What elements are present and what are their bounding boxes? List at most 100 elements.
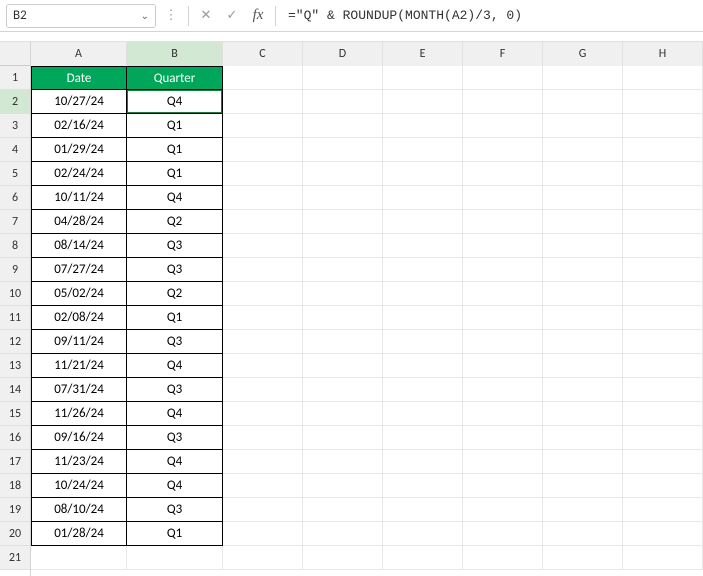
- cell-empty[interactable]: [383, 258, 463, 282]
- row-header-6[interactable]: 6: [0, 186, 30, 210]
- cell-date[interactable]: 10/27/24: [31, 90, 127, 114]
- row-header-8[interactable]: 8: [0, 234, 30, 258]
- row-header-15[interactable]: 15: [0, 402, 30, 426]
- row-header-14[interactable]: 14: [0, 378, 30, 402]
- cell-empty[interactable]: [303, 90, 383, 114]
- cell-empty[interactable]: [223, 114, 303, 138]
- col-header-A[interactable]: A: [31, 42, 127, 66]
- row-header-16[interactable]: 16: [0, 426, 30, 450]
- cell-quarter[interactable]: Q4: [127, 474, 223, 498]
- row-header-7[interactable]: 7: [0, 210, 30, 234]
- cell-empty[interactable]: [223, 210, 303, 234]
- cancel-icon[interactable]: ✕: [195, 5, 217, 27]
- cell-empty[interactable]: [623, 306, 703, 330]
- cell-empty[interactable]: [543, 210, 623, 234]
- cell-empty[interactable]: [623, 162, 703, 186]
- cell-quarter[interactable]: Q4: [127, 90, 223, 114]
- cell-empty[interactable]: [623, 498, 703, 522]
- cell-empty[interactable]: [623, 66, 703, 90]
- cell-empty[interactable]: [383, 354, 463, 378]
- cell-empty[interactable]: [543, 402, 623, 426]
- row-header-3[interactable]: 3: [0, 114, 30, 138]
- cell-empty[interactable]: [383, 234, 463, 258]
- cell-empty[interactable]: [223, 402, 303, 426]
- cell-empty[interactable]: [463, 210, 543, 234]
- cell-empty[interactable]: [303, 498, 383, 522]
- cell-empty[interactable]: [383, 450, 463, 474]
- cell-quarter[interactable]: Q3: [127, 234, 223, 258]
- cell-empty[interactable]: [383, 114, 463, 138]
- cell-empty[interactable]: [623, 138, 703, 162]
- cell-empty[interactable]: [223, 282, 303, 306]
- cell-empty[interactable]: [543, 114, 623, 138]
- cell-empty[interactable]: [31, 546, 127, 570]
- row-header-10[interactable]: 10: [0, 282, 30, 306]
- cell-quarter[interactable]: Q3: [127, 258, 223, 282]
- cell-empty[interactable]: [303, 402, 383, 426]
- cell-empty[interactable]: [303, 66, 383, 90]
- cell-empty[interactable]: [383, 378, 463, 402]
- cell-empty[interactable]: [223, 234, 303, 258]
- row-header-21[interactable]: 21: [0, 546, 30, 570]
- cell-date[interactable]: 10/24/24: [31, 474, 127, 498]
- cell-empty[interactable]: [303, 522, 383, 546]
- header-quarter[interactable]: Quarter: [127, 66, 223, 90]
- cell-empty[interactable]: [383, 210, 463, 234]
- cell-date[interactable]: 07/27/24: [31, 258, 127, 282]
- cell-empty[interactable]: [223, 138, 303, 162]
- cell-empty[interactable]: [543, 186, 623, 210]
- cell-empty[interactable]: [383, 306, 463, 330]
- cell-empty[interactable]: [543, 450, 623, 474]
- cell-empty[interactable]: [383, 402, 463, 426]
- cell-quarter[interactable]: Q1: [127, 114, 223, 138]
- cell-empty[interactable]: [223, 162, 303, 186]
- cell-quarter[interactable]: Q2: [127, 210, 223, 234]
- cell-empty[interactable]: [303, 330, 383, 354]
- col-header-H[interactable]: H: [623, 42, 703, 66]
- chevron-down-icon[interactable]: ⌄: [141, 9, 149, 22]
- cell-quarter[interactable]: Q1: [127, 522, 223, 546]
- row-header-5[interactable]: 5: [0, 162, 30, 186]
- cell-empty[interactable]: [303, 426, 383, 450]
- cell-empty[interactable]: [623, 186, 703, 210]
- cell-empty[interactable]: [543, 234, 623, 258]
- cell-quarter[interactable]: Q3: [127, 378, 223, 402]
- cell-empty[interactable]: [623, 114, 703, 138]
- cell-quarter[interactable]: Q4: [127, 354, 223, 378]
- cell-empty[interactable]: [303, 282, 383, 306]
- cell-empty[interactable]: [463, 498, 543, 522]
- cell-empty[interactable]: [543, 138, 623, 162]
- cell-empty[interactable]: [223, 66, 303, 90]
- select-all-corner[interactable]: [0, 42, 30, 66]
- cell-empty[interactable]: [623, 450, 703, 474]
- cell-empty[interactable]: [543, 546, 623, 570]
- formula-input[interactable]: [282, 4, 697, 28]
- cell-empty[interactable]: [463, 450, 543, 474]
- row-header-13[interactable]: 13: [0, 354, 30, 378]
- cell-date[interactable]: 09/11/24: [31, 330, 127, 354]
- cell-empty[interactable]: [223, 546, 303, 570]
- cell-date[interactable]: 01/29/24: [31, 138, 127, 162]
- cell-empty[interactable]: [127, 546, 223, 570]
- cell-date[interactable]: 02/24/24: [31, 162, 127, 186]
- cell-empty[interactable]: [383, 90, 463, 114]
- cell-date[interactable]: 07/31/24: [31, 378, 127, 402]
- cell-empty[interactable]: [463, 258, 543, 282]
- cell-empty[interactable]: [383, 66, 463, 90]
- cell-date[interactable]: 11/26/24: [31, 402, 127, 426]
- cell-empty[interactable]: [543, 498, 623, 522]
- cell-quarter[interactable]: Q4: [127, 450, 223, 474]
- cell-quarter[interactable]: Q1: [127, 162, 223, 186]
- cell-empty[interactable]: [303, 114, 383, 138]
- cell-date[interactable]: 02/16/24: [31, 114, 127, 138]
- cell-quarter[interactable]: Q3: [127, 498, 223, 522]
- cell-empty[interactable]: [623, 474, 703, 498]
- cell-empty[interactable]: [623, 330, 703, 354]
- col-header-D[interactable]: D: [303, 42, 383, 66]
- cell-empty[interactable]: [303, 162, 383, 186]
- cell-empty[interactable]: [623, 378, 703, 402]
- cell-empty[interactable]: [463, 330, 543, 354]
- cell-date[interactable]: 04/28/24: [31, 210, 127, 234]
- cell-empty[interactable]: [223, 306, 303, 330]
- cell-empty[interactable]: [463, 114, 543, 138]
